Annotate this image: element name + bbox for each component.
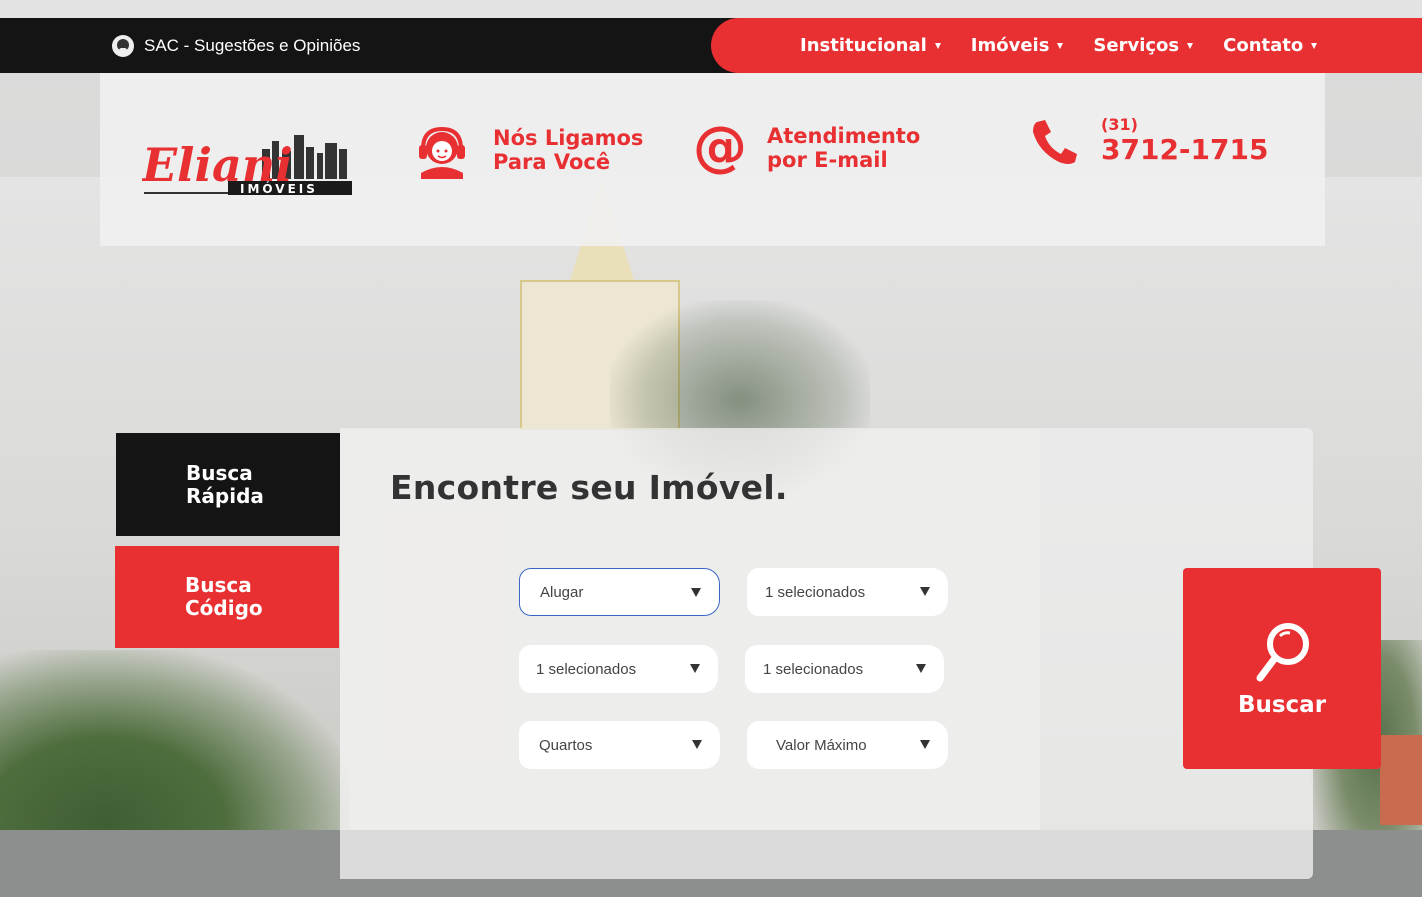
- phone-icon: [1033, 120, 1077, 164]
- nav-label: Serviços: [1093, 35, 1180, 56]
- search-title: Encontre seu Imóvel.: [390, 468, 788, 507]
- tab-label-line2: Rápida: [186, 483, 264, 508]
- svg-text:@: @: [693, 121, 747, 175]
- purpose-select[interactable]: Alugar: [519, 568, 720, 616]
- tab-label-line1: Busca: [186, 460, 253, 485]
- sac-label: SAC - Sugestões e Opiniões: [144, 35, 361, 55]
- tab-busca-codigo[interactable]: Busca Código: [115, 546, 339, 648]
- neighborhood-select[interactable]: 1 selecionados: [745, 645, 944, 693]
- user-support-icon: [112, 34, 134, 57]
- nav-label: Institucional: [800, 35, 927, 56]
- max-value-select[interactable]: Valor Máximo: [747, 721, 948, 769]
- tab-label-line1: Busca: [185, 573, 252, 597]
- tab-label-line2: Código: [185, 596, 263, 620]
- call-me-link[interactable]: Nós Ligamos Para Você: [413, 121, 643, 179]
- dropdown-arrow-icon: [920, 740, 930, 749]
- call-line2: Para Você: [493, 150, 611, 174]
- caret-down-icon: [1311, 42, 1318, 49]
- max-value-value: Valor Máximo: [776, 736, 867, 754]
- property-type-select[interactable]: 1 selecionados: [747, 568, 948, 616]
- nav-item-servicos[interactable]: Serviços: [1093, 35, 1194, 56]
- top-bar: SAC - Sugestões e Opiniões Institucional…: [0, 18, 1422, 73]
- nav-label: Imóveis: [970, 35, 1050, 56]
- purpose-value: Alugar: [540, 583, 584, 601]
- caret-down-icon: [934, 42, 941, 49]
- main-nav: Institucional Imóveis Serviços Contato: [711, 18, 1422, 73]
- nav-item-imoveis[interactable]: Imóveis: [971, 35, 1064, 56]
- dropdown-arrow-icon: [691, 588, 701, 597]
- email-line1: Atendimento: [767, 124, 921, 148]
- email-line2: por E-mail: [767, 148, 888, 172]
- city-value: 1 selecionados: [536, 660, 637, 678]
- tab-busca-rapida[interactable]: Busca Rápida: [116, 433, 340, 536]
- call-line1: Nós Ligamos: [493, 126, 644, 150]
- sac-link[interactable]: SAC - Sugestões e Opiniões: [112, 18, 360, 73]
- dropdown-arrow-icon: [692, 740, 702, 749]
- phone-number: 3712-1715: [1101, 133, 1269, 166]
- nav-item-contato[interactable]: Contato: [1223, 35, 1318, 56]
- rooms-value: Quartos: [539, 736, 593, 754]
- property-type-value: 1 selecionados: [765, 583, 866, 601]
- header-panel: Eliani IMÓVEIS Nós Ligamos Para Você @ A…: [100, 73, 1325, 246]
- search-button[interactable]: Buscar: [1183, 568, 1381, 769]
- logo-subtext: IMÓVEIS: [240, 181, 318, 196]
- headset-icon: [419, 126, 465, 179]
- at-sign-icon: @: [693, 121, 747, 175]
- nav-item-institucional[interactable]: Institucional: [800, 35, 941, 56]
- nav-label: Contato: [1223, 35, 1304, 56]
- city-select[interactable]: 1 selecionados: [519, 645, 718, 693]
- dropdown-arrow-icon: [916, 664, 926, 673]
- caret-down-icon: [1187, 42, 1194, 49]
- caret-down-icon: [1057, 42, 1064, 49]
- search-button-label: Buscar: [1237, 691, 1327, 718]
- search-icon: [1256, 622, 1309, 681]
- logo[interactable]: Eliani IMÓVEIS: [142, 135, 354, 199]
- phone-area-code: (31): [1101, 115, 1138, 134]
- phone-link[interactable]: (31) 3712-1715: [1029, 117, 1268, 167]
- rooms-select[interactable]: Quartos: [519, 721, 720, 769]
- dropdown-arrow-icon: [920, 587, 930, 596]
- neighborhood-value: 1 selecionados: [763, 660, 864, 678]
- email-link[interactable]: @ Atendimento por E-mail: [693, 121, 920, 175]
- dropdown-arrow-icon: [690, 664, 700, 673]
